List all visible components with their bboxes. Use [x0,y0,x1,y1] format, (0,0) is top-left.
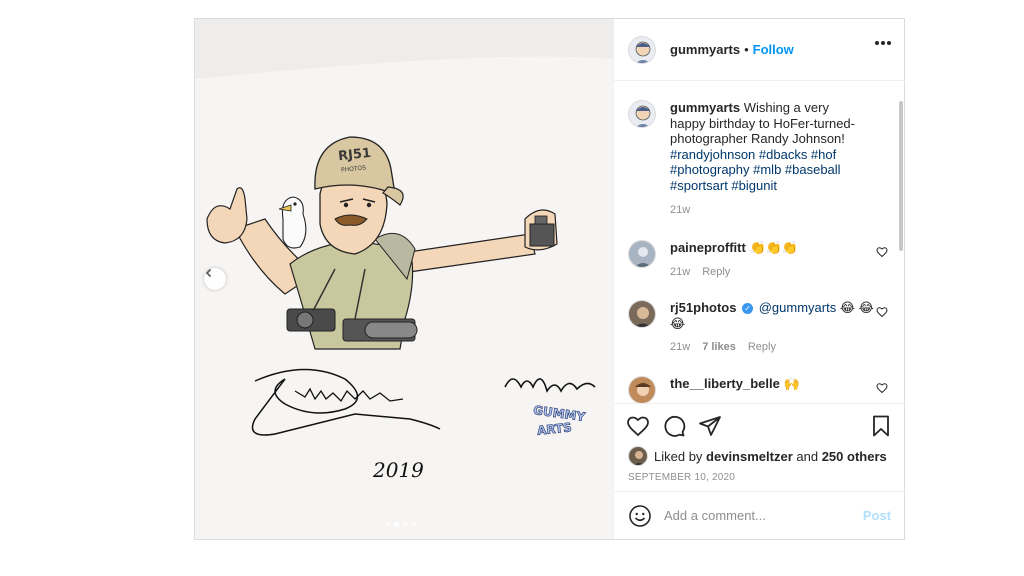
follow-button[interactable]: Follow [753,42,794,57]
post-header: gummyarts • Follow [614,19,905,81]
share-paper-plane-icon[interactable] [698,414,722,438]
liker-username[interactable]: devinsmeltzer [706,449,793,464]
comments-scrollbar[interactable] [899,101,903,251]
heart-outline-icon[interactable] [876,382,888,394]
caption-age: 21w [670,203,691,216]
comment-item: paineproffitt 👏👏👏 21w Reply [628,240,888,278]
emoji-smiley-icon[interactable] [628,504,652,528]
artwork-drawing: RJ51 PHOTOS 2019 GUMMY ARTS [195,19,613,539]
comments-list: gummyarts Wishing a very happy birthday … [614,82,905,403]
carousel-indicator [385,522,417,527]
comment-age: 21w [670,265,691,278]
likes-others[interactable]: 250 others [822,449,887,464]
caption-hashtags[interactable]: #randyjohnson #dbacks #hof #photography … [670,147,841,193]
heart-outline-icon[interactable] [876,246,888,258]
more-options-icon[interactable] [875,41,891,45]
comment-username[interactable]: the__liberty_belle [670,376,780,391]
save-bookmark-icon[interactable] [869,414,893,438]
author-avatar[interactable] [628,35,656,64]
reply-button[interactable]: Reply [748,341,776,353]
carousel-dot [385,522,390,527]
header-separator: • [744,42,749,57]
carousel-dot [412,522,417,527]
author-avatar[interactable] [628,100,656,128]
comment-age: 21w [670,341,691,354]
comment-likes[interactable]: 7 likes [702,341,736,353]
author-username[interactable]: gummyarts [670,42,740,57]
comment-username[interactable]: paineproffitt [670,240,746,255]
comment-bubble-icon[interactable] [662,414,686,438]
instagram-post: RJ51 PHOTOS 2019 GUMMY ARTS gummyarts • … [194,18,905,540]
add-comment-bar: Post [614,491,905,539]
heart-outline-icon[interactable] [876,306,888,318]
comment-item: rj51photos ✓ @gummyarts 😂 😂😂 21w 7 likes… [628,300,888,353]
reply-button[interactable]: Reply [702,266,730,278]
chevron-left-icon [205,268,212,278]
commenter-avatar[interactable] [628,300,656,328]
post-date: SEPTEMBER 10, 2020 [628,472,735,483]
comment-text: 👏👏👏 [749,240,799,255]
carousel-previous-button[interactable] [204,268,226,290]
post-actions: Liked by devinsmeltzer and 250 others SE… [614,403,905,505]
artwork-year: 2019 [372,458,424,482]
caption-username[interactable]: gummyarts [670,100,740,115]
comment-item: the__liberty_belle 🙌 [628,376,888,403]
like-heart-icon[interactable] [626,414,650,438]
liked-by-and: and [796,448,819,464]
post-side-panel: gummyarts • Follow gummyarts Wishing a v… [613,19,905,539]
verified-badge-icon: ✓ [742,303,754,315]
add-comment-input[interactable] [664,508,863,523]
liked-by-prefix: Liked by [654,448,703,464]
post-comment-button[interactable]: Post [863,508,891,523]
commenter-avatar[interactable] [628,376,656,403]
commenter-avatar[interactable] [628,240,656,268]
post-image[interactable]: RJ51 PHOTOS 2019 GUMMY ARTS [195,19,613,539]
comment-text: 🙌 [783,376,800,391]
comment-mention[interactable]: @gummyarts [759,300,837,315]
carousel-dot-active [394,522,399,527]
liker-avatar[interactable] [628,446,648,466]
liked-by: Liked by devinsmeltzer and 250 others [628,446,887,466]
caption: gummyarts Wishing a very happy birthday … [628,100,888,216]
comment-username[interactable]: rj51photos [670,300,736,315]
carousel-dot [403,522,408,527]
